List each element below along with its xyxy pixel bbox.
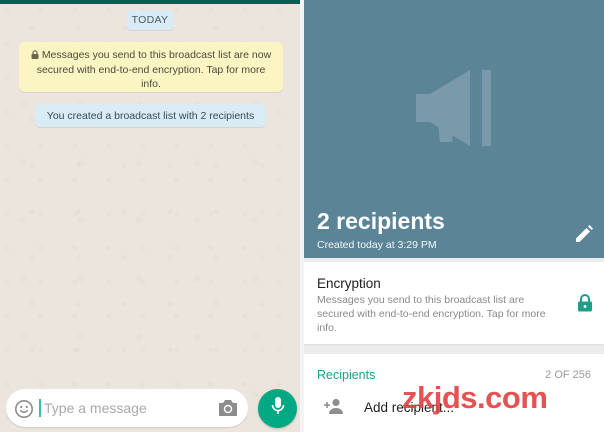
encryption-description: Messages you send to this broadcast list…: [317, 294, 546, 334]
chat-panel: TODAY Messages you send to this broadcas…: [0, 0, 300, 432]
encryption-section[interactable]: Encryption Messages you send to this bro…: [304, 262, 604, 344]
megaphone-icon: [412, 66, 496, 150]
broadcast-title: 2 recipients: [317, 208, 445, 234]
text-caret: [39, 399, 41, 417]
camera-icon[interactable]: [217, 398, 239, 418]
message-composer: [6, 389, 248, 427]
broadcast-info-panel: 2 recipients Created today at 3:29 PM En…: [304, 0, 604, 432]
add-person-icon: [323, 398, 345, 414]
encryption-notice-text: Messages you send to this broadcast list…: [36, 49, 272, 90]
watermark: zkjds.com: [402, 380, 548, 415]
encryption-title: Encryption: [317, 276, 381, 291]
chat-toolbar-edge: [0, 0, 300, 4]
broadcast-header: 2 recipients Created today at 3:29 PM: [304, 0, 604, 258]
pencil-icon[interactable]: [573, 223, 595, 245]
recipients-header: Recipients: [317, 368, 376, 382]
mic-button[interactable]: [258, 389, 297, 428]
encryption-notice[interactable]: Messages you send to this broadcast list…: [19, 42, 283, 92]
lock-icon: [31, 49, 39, 63]
recipients-count: 2 OF 256: [545, 369, 591, 381]
lock-icon: [577, 294, 593, 312]
message-input[interactable]: [44, 397, 204, 419]
created-notice-text: You created a broadcast list with 2 reci…: [46, 109, 255, 122]
emoji-icon[interactable]: [14, 399, 34, 419]
created-timestamp: Created today at 3:29 PM: [317, 239, 437, 251]
mic-icon: [271, 396, 285, 421]
system-message: You created a broadcast list with 2 reci…: [35, 104, 266, 127]
date-divider: TODAY: [127, 10, 173, 30]
date-label: TODAY: [131, 14, 169, 26]
